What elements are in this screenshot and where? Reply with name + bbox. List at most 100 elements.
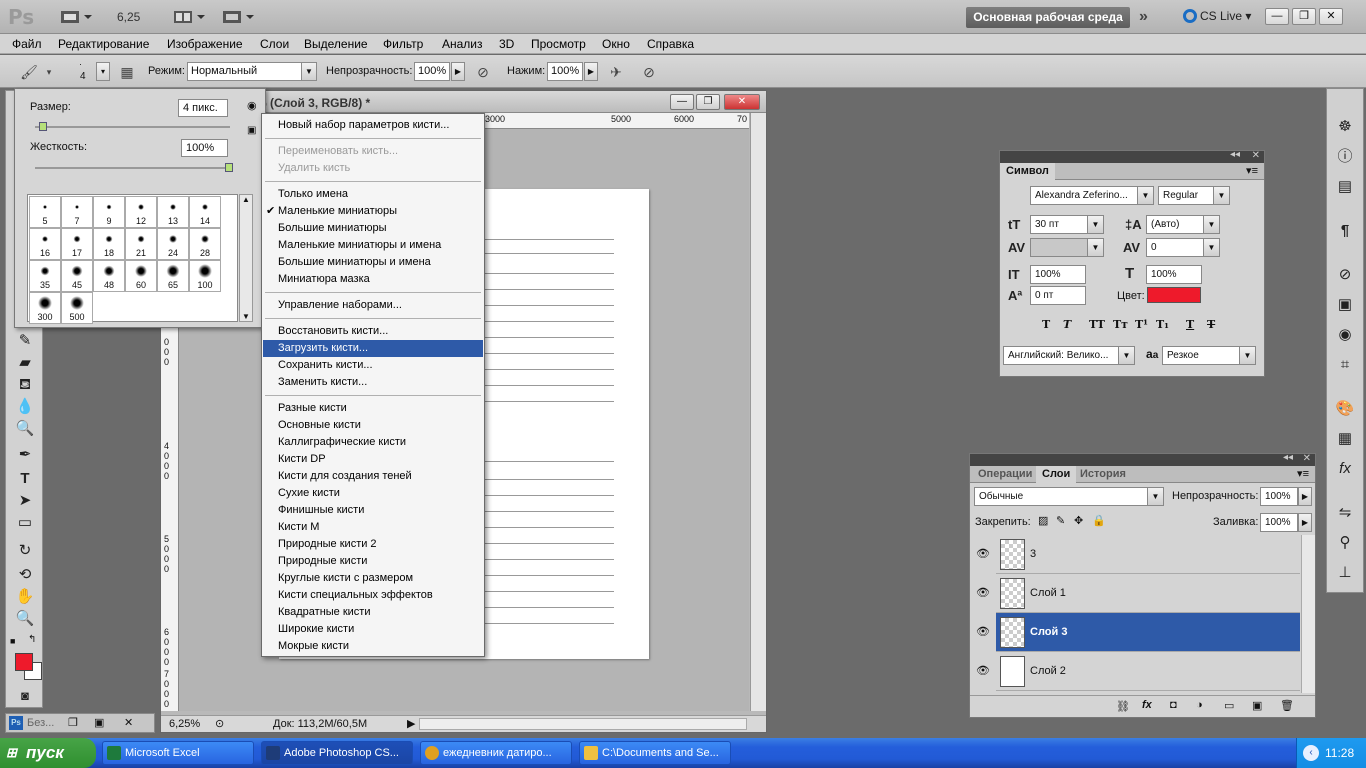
minimized-document[interactable]: Ps Без... ❐ ▣ ✕ bbox=[5, 713, 155, 733]
brush-preset-cell[interactable]: 24 bbox=[157, 228, 189, 260]
layer-row[interactable]: Слой 2 bbox=[996, 652, 1300, 691]
language-select[interactable]: Английский: Велико... ▼ bbox=[1003, 346, 1135, 365]
brush-preset-cell[interactable]: 28 bbox=[189, 228, 221, 260]
brush-preset-cell[interactable]: 500 bbox=[61, 292, 93, 324]
collapse-icon[interactable]: ◂◂ bbox=[1283, 452, 1293, 463]
menu-file[interactable]: Файл bbox=[12, 37, 42, 51]
eraser-tool-icon[interactable]: ✎ bbox=[15, 331, 35, 351]
leading-select[interactable]: (Авто) ▼ bbox=[1146, 215, 1220, 234]
swap-colors-icon[interactable]: ↰ bbox=[28, 634, 36, 645]
tab-character[interactable]: Символ bbox=[1000, 163, 1055, 180]
pressure-input[interactable]: 100% bbox=[547, 62, 583, 81]
panel-header[interactable]: ◂◂ ✕ bbox=[970, 452, 1315, 466]
brush-grid-scrollbar[interactable]: ▲ ▼ bbox=[239, 194, 253, 322]
dodge-tool-icon[interactable]: 🔍 bbox=[15, 419, 35, 439]
task-excel[interactable]: Microsoft Excel bbox=[102, 741, 254, 765]
brush-preset-cell[interactable]: 18 bbox=[93, 228, 125, 260]
default-colors-icon[interactable]: ■ bbox=[10, 636, 15, 646]
picker-menu-icon[interactable]: ◉ bbox=[247, 99, 257, 112]
layer-visibility-eye-icon[interactable]: 👁 bbox=[975, 586, 991, 602]
new-preset-icon[interactable]: ▣ bbox=[247, 125, 256, 136]
panel-close-icon[interactable]: ✕ bbox=[1252, 150, 1260, 161]
menu-layers[interactable]: Слои bbox=[260, 37, 289, 51]
screen-mode-icon[interactable] bbox=[222, 8, 256, 26]
tracking-select[interactable]: 0 ▼ bbox=[1146, 238, 1220, 257]
close-button[interactable]: ✕ bbox=[1319, 8, 1343, 25]
doc-close-button[interactable]: ✕ bbox=[724, 94, 760, 110]
horizontal-scale-input[interactable]: 100% bbox=[1146, 265, 1202, 284]
strikethrough-button[interactable]: T bbox=[1207, 318, 1215, 331]
mode-select[interactable]: Нормальный ▼ bbox=[187, 62, 317, 81]
brush-preset-cell[interactable]: 12 bbox=[125, 196, 157, 228]
brush-preset-cell[interactable]: 35 bbox=[29, 260, 61, 292]
menu-item[interactable]: Широкие кисти bbox=[263, 621, 483, 638]
brush-preset-cell[interactable]: 48 bbox=[93, 260, 125, 292]
tab-actions[interactable]: Операции bbox=[972, 466, 1038, 483]
all-caps-button[interactable]: TT bbox=[1089, 318, 1105, 331]
layer-opacity-input[interactable]: 100% bbox=[1260, 487, 1298, 506]
start-button[interactable]: ⊞ пуск bbox=[0, 738, 96, 768]
brush-picker-dropdown[interactable]: ▾ bbox=[96, 62, 110, 81]
paint-bucket-icon[interactable]: ⛾ bbox=[15, 375, 35, 395]
menu-item[interactable]: Природные кисти bbox=[263, 553, 483, 570]
mini-restore-icon[interactable]: ❐ bbox=[68, 716, 78, 729]
size-slider[interactable] bbox=[35, 122, 230, 131]
restore-button[interactable]: ❐ bbox=[1292, 8, 1316, 25]
menu-item[interactable]: Каллиграфические кисти bbox=[263, 434, 483, 451]
layers-scrollbar[interactable] bbox=[1301, 535, 1315, 693]
panel-close-icon[interactable]: ✕ bbox=[1303, 453, 1311, 464]
anti-alias-select[interactable]: Резкое ▼ bbox=[1162, 346, 1256, 365]
menu-item[interactable]: Основные кисти bbox=[263, 417, 483, 434]
blend-mode-select[interactable]: Обычные ▼ bbox=[974, 487, 1164, 506]
tab-history[interactable]: История bbox=[1074, 466, 1132, 483]
menu-item[interactable]: Мокрые кисти bbox=[263, 638, 483, 655]
font-family-select[interactable]: Alexandra Zeferino... ▼ bbox=[1030, 186, 1154, 205]
menu-item[interactable]: Миниатюра мазка bbox=[263, 271, 483, 288]
brush-preset-cell[interactable]: 17 bbox=[61, 228, 93, 260]
menu-item[interactable]: Кисти для создания теней bbox=[263, 468, 483, 485]
brush-tool-preset-icon[interactable]: 🖌 bbox=[20, 63, 38, 81]
small-caps-button[interactable]: Tт bbox=[1113, 318, 1128, 331]
info-icon[interactable]: ⓘ bbox=[1335, 147, 1355, 167]
status-info-icon[interactable]: ⊙ bbox=[215, 717, 224, 730]
zoom-tool-icon[interactable]: 🔍 bbox=[15, 609, 35, 629]
menu-item[interactable]: Финишные кисти bbox=[263, 502, 483, 519]
3d-orbit-icon[interactable]: ⟲ bbox=[15, 565, 35, 585]
menu-item[interactable]: Кисти специальных эффектов bbox=[263, 587, 483, 604]
lock-pixels-icon[interactable]: ✎ bbox=[1056, 514, 1065, 527]
document-horizontal-scrollbar[interactable] bbox=[419, 718, 747, 730]
pressure-slider-toggle[interactable]: ▶ bbox=[584, 62, 598, 81]
menu-item[interactable]: Кисти DP bbox=[263, 451, 483, 468]
hardness-input[interactable]: 100% bbox=[181, 139, 228, 157]
menu-item[interactable]: Маленькие миниатюры и имена bbox=[263, 237, 483, 254]
color-icon[interactable]: 🎨 bbox=[1335, 399, 1355, 419]
brush-preset-cell[interactable]: 100 bbox=[189, 260, 221, 292]
faux-italic-button[interactable]: T bbox=[1063, 318, 1071, 331]
menu-help[interactable]: Справка bbox=[647, 37, 694, 51]
collapse-icon[interactable]: ◂◂ bbox=[1230, 149, 1240, 160]
tablet-size-icon[interactable]: ⊘ bbox=[640, 63, 658, 81]
histogram-icon[interactable]: ▤ bbox=[1335, 177, 1355, 197]
menu-window[interactable]: Окно bbox=[602, 37, 630, 51]
layer-style-icon[interactable]: fx bbox=[1142, 699, 1152, 711]
tab-layers[interactable]: Слои bbox=[1036, 466, 1077, 483]
vertical-scale-input[interactable]: 100% bbox=[1030, 265, 1086, 284]
subscript-button[interactable]: T₁ bbox=[1156, 318, 1169, 331]
task-explorer[interactable]: C:\Documents and Se... bbox=[579, 741, 731, 765]
brush-preset-cell[interactable]: 9 bbox=[93, 196, 125, 228]
swatches-icon[interactable]: ▦ bbox=[1335, 429, 1355, 449]
doc-minimize-button[interactable]: — bbox=[670, 94, 694, 110]
text-color-swatch[interactable] bbox=[1147, 287, 1201, 303]
brush-preset-cell[interactable]: 13 bbox=[157, 196, 189, 228]
delete-layer-icon[interactable]: 🗑 bbox=[1280, 699, 1294, 712]
fill-slider-toggle[interactable]: ▶ bbox=[1298, 513, 1312, 532]
brush-preset-cell[interactable]: 21 bbox=[125, 228, 157, 260]
type-tool-icon[interactable]: T bbox=[15, 469, 35, 489]
menu-item[interactable]: Восстановить кисти... bbox=[263, 323, 483, 340]
launch-bridge-icon[interactable] bbox=[60, 8, 94, 26]
brush-presets-icon[interactable]: ⊘ bbox=[1335, 265, 1355, 285]
menu-3d[interactable]: 3D bbox=[499, 37, 514, 51]
3d-panel-icon[interactable]: ⚲ bbox=[1335, 533, 1355, 553]
styles-icon[interactable]: fx bbox=[1335, 459, 1355, 479]
brush-preset-cell[interactable]: 45 bbox=[61, 260, 93, 292]
